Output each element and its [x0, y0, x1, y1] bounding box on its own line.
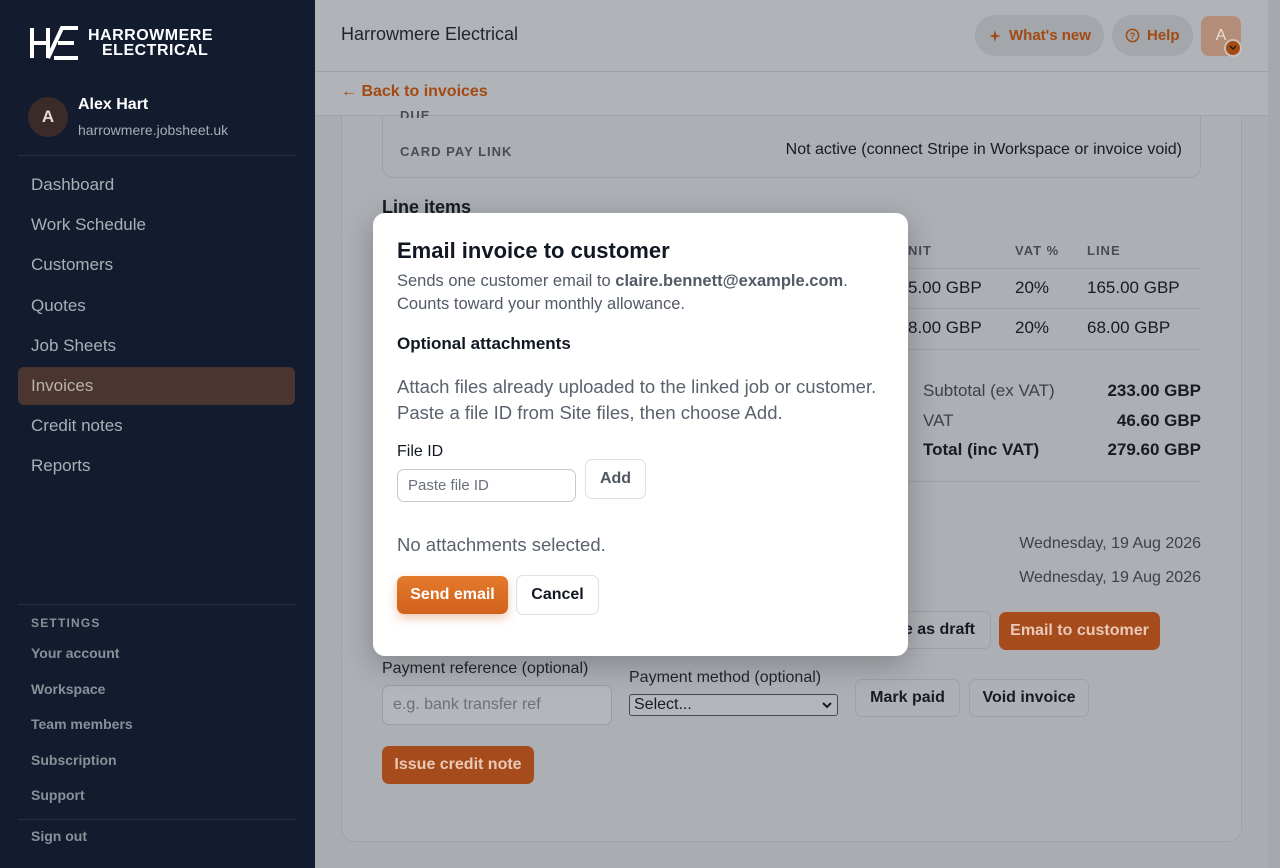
- email-to-customer-button[interactable]: Email to customer: [999, 612, 1160, 650]
- help-circle-icon: ?: [1125, 28, 1140, 43]
- help-button[interactable]: ? Help: [1112, 15, 1193, 56]
- user-profile[interactable]: A Alex Hart harrowmere.jobsheet.uk: [28, 96, 228, 138]
- row-2-unit: 8.00 GBP: [908, 318, 982, 337]
- app-title: Harrowmere Electrical: [341, 24, 519, 44]
- column-header-line: LINE: [1087, 243, 1121, 258]
- nav-item-job-sheets[interactable]: Job Sheets: [18, 327, 295, 365]
- vat-label: VAT: [923, 411, 954, 430]
- add-attachment-button[interactable]: Add: [585, 459, 646, 499]
- sidebar-divider: [18, 819, 296, 820]
- vat-value: 46.60 GBP: [1116, 411, 1201, 430]
- nav-item-reports[interactable]: Reports: [18, 447, 295, 485]
- sidebar: HARROWMERE ELECTRICAL A Alex Hart harrow…: [0, 0, 315, 868]
- file-id-label: File ID: [397, 443, 444, 460]
- nav-item-dashboard[interactable]: Dashboard: [18, 166, 295, 204]
- date-value: Wednesday, 19 Aug 2026: [1019, 569, 1201, 586]
- cancel-button[interactable]: Cancel: [516, 575, 599, 615]
- user-avatar: A: [28, 97, 68, 137]
- settings-item-subscription[interactable]: Subscription: [31, 748, 133, 784]
- send-email-button[interactable]: Send email: [397, 576, 508, 614]
- nav-item-quotes[interactable]: Quotes: [18, 287, 295, 325]
- table-divider: [860, 308, 1201, 309]
- nav-item-customers[interactable]: Customers: [18, 246, 295, 284]
- nav-item-credit-notes[interactable]: Credit notes: [18, 407, 295, 445]
- back-to-invoices-link[interactable]: ← Back to invoices: [341, 83, 488, 101]
- back-bar: ← Back to invoices: [315, 72, 1268, 116]
- brand-line-1: HARROWMERE: [88, 27, 213, 44]
- payment-method-value: Select...: [634, 696, 692, 713]
- no-attachments-text: No attachments selected.: [397, 534, 606, 555]
- column-header-vat: VAT %: [1015, 243, 1060, 258]
- row-2-line: 68.00 GBP: [1087, 318, 1171, 337]
- brand-line-2: ELECTRICAL: [102, 42, 209, 59]
- card-pay-link-value: Not active (connect Stripe in Workspace …: [785, 141, 1182, 158]
- main-nav: Dashboard Work Schedule Customers Quotes…: [18, 166, 295, 488]
- svg-text:?: ?: [1130, 31, 1136, 41]
- help-label: Help: [1147, 27, 1180, 44]
- whats-new-button[interactable]: What's new: [975, 15, 1104, 56]
- settings-item-workspace[interactable]: Workspace: [31, 677, 133, 713]
- row-1-vat: 20%: [1015, 278, 1050, 297]
- top-bar: Harrowmere Electrical What's new ? Help …: [315, 0, 1268, 72]
- recipient-email: claire.bennett@example.com: [615, 272, 844, 290]
- sparkle-icon: [989, 29, 1001, 42]
- subtotal-value: 233.00 GBP: [1107, 381, 1201, 400]
- row-1-line: 165.00 GBP: [1087, 278, 1180, 297]
- table-divider: [860, 349, 1201, 350]
- total-label: Total (inc VAT): [923, 440, 1040, 459]
- brand-wordmark: HARROWMERE ELECTRICAL: [88, 27, 213, 59]
- mark-paid-button[interactable]: Mark paid: [855, 679, 960, 717]
- total-value: 279.60 GBP: [1107, 440, 1201, 459]
- chevron-down-icon: [1224, 39, 1242, 57]
- due-label: DUE: [400, 108, 431, 118]
- user-name: Alex Hart: [78, 96, 149, 113]
- totals-divider: [908, 481, 1201, 482]
- table-divider: [860, 268, 1201, 269]
- row-2-vat: 20%: [1015, 318, 1050, 337]
- brand-mark-icon: [30, 26, 78, 60]
- attachments-heading: Optional attachments: [397, 334, 571, 353]
- sign-out-link[interactable]: Sign out: [31, 828, 87, 844]
- row-1-unit: 5.00 GBP: [908, 278, 982, 297]
- sidebar-divider: [18, 155, 296, 156]
- settings-item-support[interactable]: Support: [31, 783, 133, 819]
- nav-item-work-schedule[interactable]: Work Schedule: [18, 206, 295, 244]
- date-value: Wednesday, 19 Aug 2026: [1019, 535, 1201, 552]
- payment-reference-input[interactable]: e.g. bank transfer ref: [382, 685, 612, 725]
- chevron-down-icon: [822, 702, 832, 709]
- subtotal-label: Subtotal (ex VAT): [923, 381, 1055, 400]
- email-invoice-modal: Email invoice to customer Sends one cust…: [373, 213, 908, 656]
- settings-item-team-members[interactable]: Team members: [31, 712, 133, 748]
- payment-reference-label: Payment reference (optional): [382, 660, 589, 677]
- file-id-input[interactable]: Paste file ID: [397, 469, 576, 502]
- settings-nav: Your account Workspace Team members Subs…: [31, 641, 133, 819]
- attachments-help-text: Attach files already uploaded to the lin…: [397, 376, 877, 423]
- modal-title: Email invoice to customer: [397, 238, 670, 263]
- modal-description: Sends one customer email to claire.benne…: [397, 270, 887, 316]
- whats-new-label: What's new: [1009, 27, 1091, 44]
- user-host: harrowmere.jobsheet.uk: [78, 122, 229, 138]
- void-invoice-button[interactable]: Void invoice: [969, 679, 1089, 717]
- sidebar-divider: [18, 604, 296, 605]
- settings-heading: SETTINGS: [31, 616, 101, 630]
- issue-credit-note-button[interactable]: Issue credit note: [382, 746, 534, 784]
- card-pay-link-label: CARD PAY LINK: [400, 144, 513, 159]
- payment-method-label: Payment method (optional): [629, 669, 822, 686]
- settings-item-your-account[interactable]: Your account: [31, 641, 133, 677]
- column-header-unit: NIT: [908, 243, 932, 258]
- scrollbar-track[interactable]: [1268, 0, 1280, 868]
- modal-description-prefix: Sends one customer email to: [397, 272, 616, 290]
- brand-logo[interactable]: HARROWMERE ELECTRICAL: [30, 26, 213, 60]
- nav-item-invoices[interactable]: Invoices: [18, 366, 295, 405]
- payment-method-select[interactable]: Select...: [629, 694, 838, 716]
